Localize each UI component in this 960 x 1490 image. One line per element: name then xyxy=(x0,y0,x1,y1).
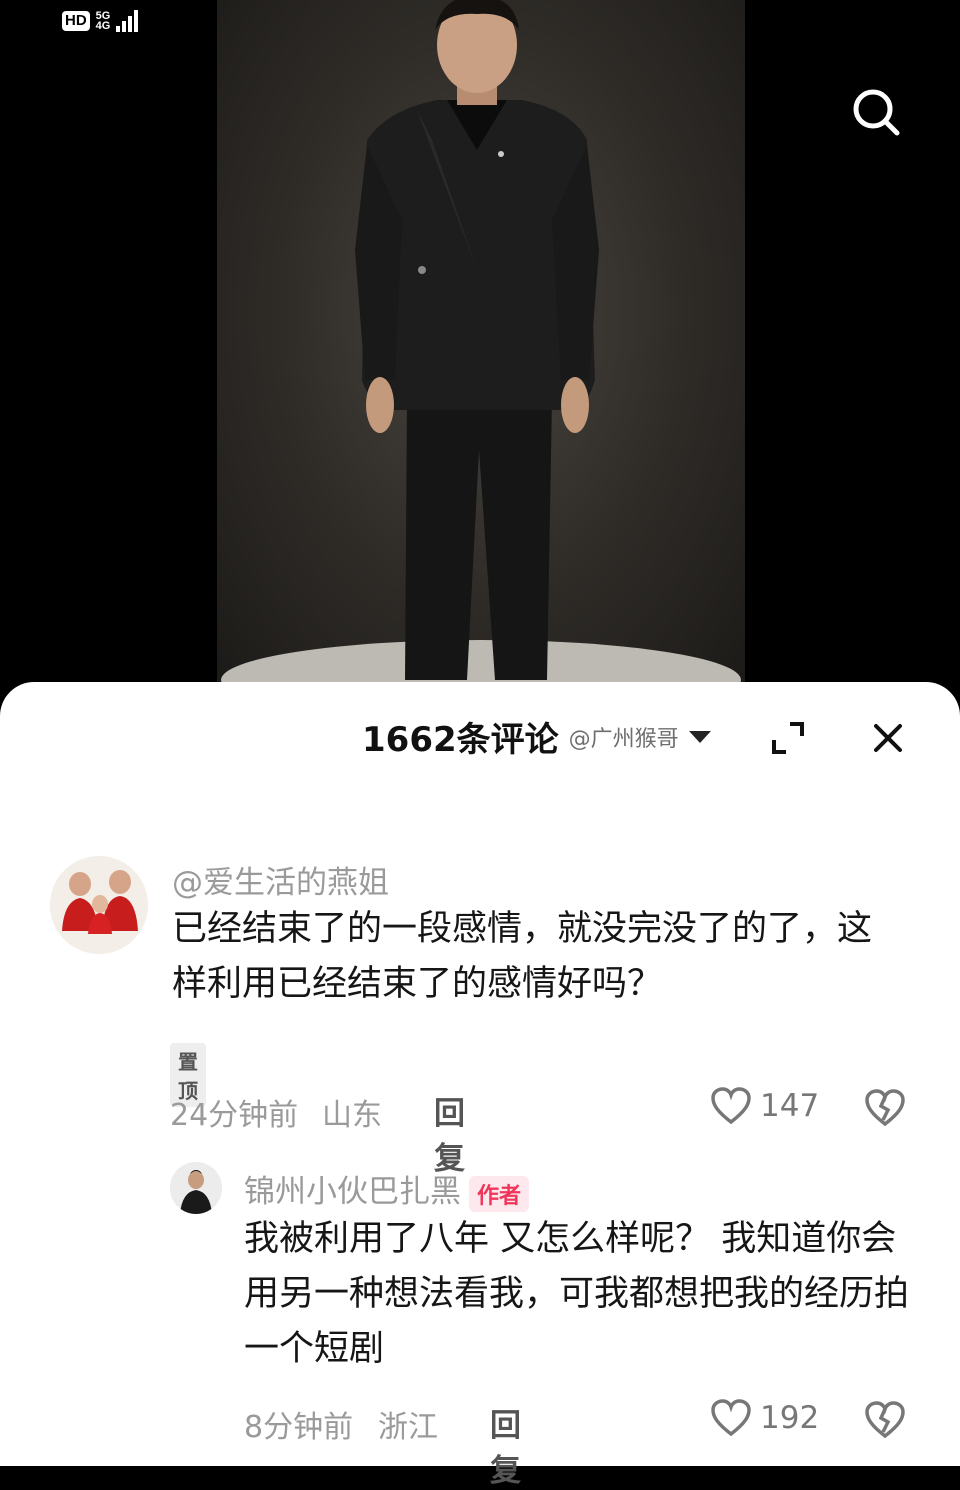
broken-heart-icon[interactable] xyxy=(864,1400,906,1444)
avatar[interactable] xyxy=(50,856,148,954)
heart-icon xyxy=(711,1399,751,1437)
video-frame xyxy=(217,0,745,690)
comment-sheet-header: 1662条评论 @广州猴哥 xyxy=(0,682,960,792)
like-button[interactable]: 147 xyxy=(710,1086,819,1126)
like-count: 192 xyxy=(760,1400,820,1436)
expand-icon[interactable] xyxy=(766,716,810,760)
comment-location: 山东 xyxy=(322,1098,382,1133)
author-badge: 作者 xyxy=(469,1175,530,1212)
avatar[interactable] xyxy=(170,1162,222,1214)
chevron-down-icon xyxy=(688,730,711,743)
hd-indicator: HD xyxy=(62,11,90,31)
reply-button[interactable]: 回复 xyxy=(434,1088,465,1178)
like-button[interactable]: 192 xyxy=(710,1398,819,1438)
comment-text: 我被利用了八年 又怎么样呢？ 我知道你会用另一种想法看我，可我都想把我的经历拍一… xyxy=(244,1219,910,1369)
comment-username[interactable]: @爱生活的燕姐 xyxy=(172,857,389,902)
comment-time: 8分钟前 xyxy=(244,1410,354,1445)
comment-count-dropdown[interactable]: 1662条评论 @广州猴哥 xyxy=(362,712,711,761)
comment-location: 浙江 xyxy=(378,1410,438,1445)
network-type: 5G 4G xyxy=(95,10,111,32)
comment-time: 24分钟前 xyxy=(170,1098,299,1133)
signal-icon xyxy=(116,10,139,32)
broken-heart-icon[interactable] xyxy=(864,1088,906,1132)
status-bar: HD 5G 4G xyxy=(62,10,139,32)
comment-sheet: 1662条评论 @广州猴哥 @爱生活的燕姐 已经结束了的一段感情，就没完没了的了… xyxy=(0,682,960,1489)
close-icon[interactable] xyxy=(866,716,910,760)
search-icon[interactable] xyxy=(846,82,906,142)
comment-text: 已经结束了的一段感情，就没完没了的了，这样利用已经结束了的感情好吗？ xyxy=(172,909,873,1004)
comment-count: 1662条评论 xyxy=(362,720,559,760)
man-in-suit-photo xyxy=(221,0,741,690)
comment-username[interactable]: 锦州小伙巴扎黑 作者 xyxy=(244,1166,530,1212)
video-area[interactable]: HD 5G 4G xyxy=(0,0,960,700)
like-count: 147 xyxy=(760,1088,820,1124)
reply-button[interactable]: 回复 xyxy=(490,1400,521,1490)
heart-icon xyxy=(711,1087,751,1125)
watermark: @广州猴哥 xyxy=(568,726,679,752)
